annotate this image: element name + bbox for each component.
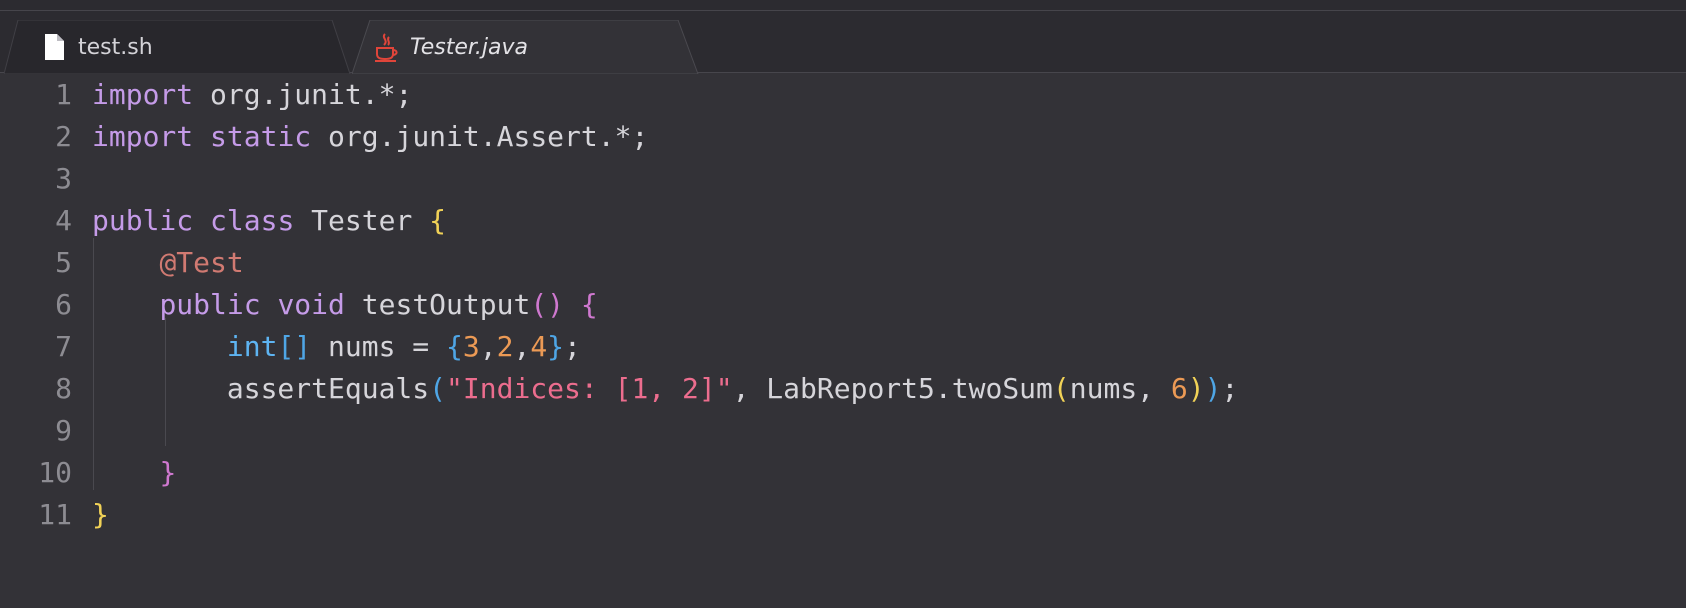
code-text: } <box>92 494 109 536</box>
code-token: 6 <box>1170 372 1188 405</box>
code-line[interactable]: 5 @Test <box>0 242 1686 284</box>
code-token: ( <box>429 372 447 405</box>
code-token: () <box>530 288 565 321</box>
code-token: int <box>226 330 278 363</box>
code-token: ) <box>1204 372 1222 405</box>
code-token: ; <box>564 330 581 363</box>
line-number: 9 <box>55 414 72 447</box>
code-line[interactable]: 1 import org.junit.*; <box>0 74 1686 116</box>
line-number: 7 <box>55 330 72 363</box>
code-token: { <box>446 330 463 363</box>
code-line[interactable]: 10 } <box>0 452 1686 494</box>
code-token: nums = <box>311 330 447 363</box>
code-line[interactable]: 3 <box>0 158 1686 200</box>
code-token: , <box>479 330 497 363</box>
code-text: int[] nums = {3,2,4}; <box>92 326 581 368</box>
code-token: 4 <box>530 330 548 363</box>
line-number: 3 <box>55 162 72 195</box>
code-token: class <box>210 204 295 237</box>
code-line[interactable]: 2 import static org.junit.Assert.*; <box>0 116 1686 158</box>
code-token: nums, <box>1069 372 1171 405</box>
code-text: public class Tester { <box>92 200 446 242</box>
code-token: testOutput <box>344 288 531 321</box>
code-token: import <box>92 120 194 153</box>
line-number: 1 <box>55 78 72 111</box>
code-text: import org.junit.*; <box>92 74 412 116</box>
line-number: 2 <box>55 120 72 153</box>
java-icon <box>372 32 400 62</box>
code-token: ) <box>1187 372 1205 405</box>
code-line[interactable]: 11} <box>0 494 1686 536</box>
code-token: } <box>159 456 177 489</box>
code-token: org.junit.*; <box>193 78 413 111</box>
line-number: 10 <box>38 456 72 489</box>
code-editor[interactable]: 1 import org.junit.*; 2 import static org.j… <box>0 74 1686 608</box>
tab-tester-java[interactable]: Tester.java <box>352 20 704 74</box>
code-line[interactable]: 6 public void testOutput() { <box>0 284 1686 326</box>
code-text: assertEquals("Indices: [1, 2]", LabRepor… <box>92 368 1238 410</box>
code-token: { <box>580 288 598 321</box>
code-token: import <box>92 78 194 111</box>
tab-bar: test.sh Tester.java <box>0 11 1686 74</box>
line-number: 4 <box>55 204 72 237</box>
code-token: } <box>547 330 565 363</box>
code-token: [] <box>277 330 312 363</box>
code-token: Tester <box>294 204 430 237</box>
code-token: 2 <box>496 330 514 363</box>
code-token: { <box>429 204 447 237</box>
tab-test-sh[interactable]: test.sh <box>4 20 354 74</box>
code-text: import static org.junit.Assert.*; <box>92 116 648 158</box>
code-token: ; <box>1221 372 1239 405</box>
code-token: public <box>159 288 261 321</box>
code-line[interactable]: 4 public class Tester { <box>0 200 1686 242</box>
code-token: org.junit.Assert.*; <box>311 120 649 153</box>
code-token: @Test <box>159 246 244 279</box>
code-token: } <box>92 498 109 531</box>
code-text: } <box>92 452 176 494</box>
tab-label: test.sh <box>78 34 153 60</box>
code-token: assertEquals <box>92 372 430 405</box>
code-token: "Indices: [1, 2]" <box>446 372 733 405</box>
code-token: public <box>92 204 194 237</box>
code-line[interactable]: 7 int[] nums = {3,2,4}; <box>0 326 1686 368</box>
code-line[interactable]: 8 assertEquals("Indices: [1, 2]", LabRep… <box>0 368 1686 410</box>
line-number: 6 <box>55 288 72 321</box>
code-line[interactable]: 9 <box>0 410 1686 452</box>
window-top-edge <box>0 0 1686 11</box>
line-number: 5 <box>55 246 72 279</box>
line-number: 8 <box>55 372 72 405</box>
line-number: 11 <box>38 498 72 531</box>
code-text: @Test <box>92 242 244 284</box>
code-token: static <box>210 120 312 153</box>
code-token: ( <box>1052 372 1070 405</box>
code-token: 3 <box>462 330 480 363</box>
file-icon <box>40 32 68 62</box>
code-token: void <box>277 288 345 321</box>
code-token: , LabReport5.twoSum <box>732 372 1053 405</box>
tab-label: Tester.java <box>410 34 528 60</box>
code-text: public void testOutput() { <box>92 284 598 326</box>
code-token: , <box>513 330 531 363</box>
